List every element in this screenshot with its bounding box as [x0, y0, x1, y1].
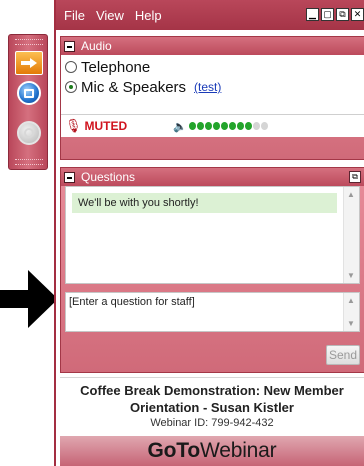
scroll-up-icon[interactable]: ▲	[347, 296, 355, 305]
volume-dot	[244, 122, 252, 130]
question-log-scrollbar[interactable]: ▲ ▼	[343, 187, 359, 283]
question-log: We'll be with you shortly! ▲ ▼	[65, 186, 360, 284]
disabled-icon	[24, 128, 34, 138]
session-info: Coffee Break Demonstration: New Member O…	[60, 377, 364, 435]
volume-dot	[204, 122, 212, 130]
screen-share-icon	[24, 88, 34, 98]
telephone-option[interactable]: Telephone	[65, 57, 358, 77]
menu-bar: File View Help ▁ ▢ ⧉ ✕	[56, 0, 364, 30]
questions-section: Questions ⧉ We'll be with you shortly! ▲…	[60, 167, 364, 373]
popout-icon[interactable]: ⧉	[336, 8, 349, 21]
screen-share-button[interactable]	[17, 81, 41, 105]
questions-title: Questions	[81, 170, 136, 184]
control-dock[interactable]	[8, 34, 48, 170]
menu-file[interactable]: File	[64, 8, 85, 23]
microphone-icon[interactable]: 🎙	[65, 118, 82, 134]
question-input-box: [Enter a question for staff] ▲ ▼	[65, 292, 360, 332]
volume-dot	[236, 122, 244, 130]
question-input-scrollbar[interactable]: ▲ ▼	[343, 293, 359, 331]
volume-dot	[188, 122, 196, 130]
speaker-icon: 🔈	[173, 120, 187, 133]
audio-section: Audio Telephone Mic & Speakers (test) 🎙 …	[60, 36, 364, 160]
volume-dot	[252, 122, 260, 130]
mic-option[interactable]: Mic & Speakers (test)	[65, 77, 358, 97]
dock-disabled-button	[17, 121, 41, 145]
mic-radio[interactable]	[65, 81, 77, 93]
send-button[interactable]: Send	[326, 345, 360, 365]
collapse-icon[interactable]	[64, 171, 75, 183]
audio-status-row: 🎙 MUTED 🔈	[61, 115, 364, 137]
volume-meter	[188, 122, 268, 130]
muted-status[interactable]: MUTED	[85, 119, 128, 133]
questions-header[interactable]: Questions ⧉	[61, 168, 364, 186]
webinar-id: Webinar ID: 799-942-432	[150, 417, 274, 429]
minimize-icon[interactable]: ▁	[306, 8, 319, 21]
scroll-down-icon[interactable]: ▼	[347, 271, 355, 280]
window-controls: ▁ ▢ ⧉ ✕	[306, 8, 364, 21]
telephone-radio[interactable]	[65, 61, 77, 73]
audio-title: Audio	[81, 39, 112, 53]
brand-bold: GoTo	[147, 439, 201, 462]
menu-view[interactable]: View	[96, 8, 124, 23]
dock-grip-bottom[interactable]	[15, 159, 43, 165]
brand-regular: Webinar	[200, 439, 277, 462]
audio-options: Telephone Mic & Speakers (test)	[61, 55, 364, 115]
dock-collapse-button[interactable]	[15, 51, 43, 75]
question-message: We'll be with you shortly!	[72, 193, 337, 213]
restore-icon[interactable]: ▢	[321, 8, 334, 21]
telephone-label: Telephone	[81, 58, 151, 76]
menu-help[interactable]: Help	[135, 8, 162, 23]
volume-dot	[220, 122, 228, 130]
audio-header[interactable]: Audio	[61, 37, 364, 55]
session-title: Coffee Break Demonstration: New Member O…	[80, 383, 344, 415]
volume-dot	[212, 122, 220, 130]
test-link[interactable]: (test)	[194, 80, 221, 94]
question-input[interactable]: [Enter a question for staff]	[66, 293, 343, 331]
collapse-icon[interactable]	[64, 40, 75, 52]
popout-icon[interactable]: ⧉	[349, 171, 361, 183]
arrow-right-icon	[21, 58, 37, 68]
close-icon[interactable]: ✕	[351, 8, 364, 21]
dock-grip-top[interactable]	[15, 39, 43, 45]
control-panel: File View Help ▁ ▢ ⧉ ✕ Audio Telephone M…	[54, 0, 364, 466]
mic-label: Mic & Speakers	[81, 78, 187, 96]
brand-logo: GoTo Webinar	[60, 436, 364, 466]
pointer-arrow-icon	[0, 270, 58, 328]
volume-dot	[228, 122, 236, 130]
scroll-down-icon[interactable]: ▼	[347, 319, 355, 328]
scroll-up-icon[interactable]: ▲	[347, 190, 355, 199]
volume-dot	[260, 122, 268, 130]
volume-dot	[196, 122, 204, 130]
